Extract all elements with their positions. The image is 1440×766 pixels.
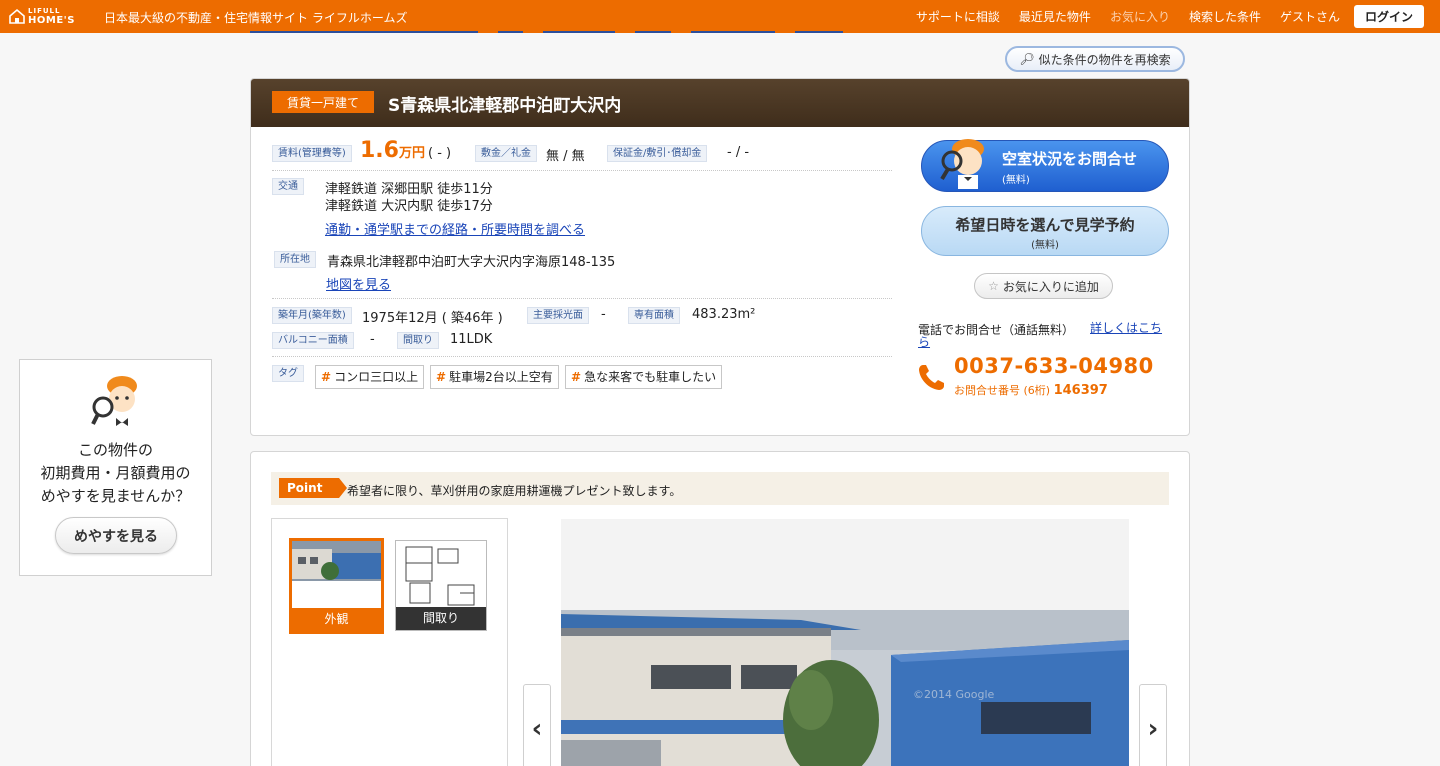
divider [272,298,892,299]
property-type-badge: 賃貸一戸建て [272,91,374,113]
phone-detail-link[interactable]: 詳しくはこちら [918,321,1168,349]
built-value: 1975年12月 ( 築46年 ) [362,311,503,326]
rent-value: 1.6万円 [360,138,425,163]
phone-icon [919,365,944,390]
add-favorite-label: お気に入りに追加 [1002,279,1099,294]
point-text: 希望者に限り、草刈併用の家庭用耕運機プレゼント致します。 [347,484,682,498]
cost-text-line: めやすを見ませんか？ [40,487,191,505]
mascot-icon [940,139,984,189]
tag-text: 急な来客でも駐車したい [584,370,717,384]
hash-icon: # [436,370,447,384]
phone-number[interactable]: 0037-633-04980 [954,354,1154,378]
divider [272,170,892,171]
nav-saved-searches[interactable]: 検索した条件 [1189,8,1261,25]
nav-recent[interactable]: 最近見た物件 [1019,8,1091,25]
inquiry-title: 空室状況をお問合せ [1002,150,1138,168]
tag-text: コンロ三口以上 [334,370,419,384]
mascot-icon [91,376,137,426]
tab-stub [250,31,478,33]
tag-item[interactable]: # コンロ三口以上 [315,365,425,389]
access-line-2: 津軽鉄道 大沢内駅 徒歩17分 [325,199,493,214]
tab-stub [795,31,843,33]
hash-icon: # [571,370,582,384]
property-header: 賃貸一戸建て S青森県北津軽郡中泊町大沢内 [251,79,1189,127]
map-link[interactable]: 地図を見る [326,274,391,293]
next-photo-button[interactable]: › [1139,684,1167,766]
visit-reservation-button[interactable]: 希望日時を選んで見学予約 (無料) [921,206,1169,256]
rent-amount: 1.6 [360,138,399,163]
tag-item[interactable]: # 駐車場2台以上空有 [430,365,559,389]
top-header: LIFULL HOME'S 日本最大級の不動産・住宅情報サイト ライフルホームズ… [0,0,1440,33]
tab-stub [498,31,523,33]
tag-item[interactable]: # 急な来客でも駐車したい [565,365,723,389]
floorplan-thumbnail-image [396,541,486,608]
layout-label: 間取り [397,332,439,349]
tab-stub [543,31,615,33]
nav-support[interactable]: サポートに相談 [916,8,1000,25]
rent-unit: 万円 [398,146,425,161]
similar-search-label: 似た条件の物件を再検索 [1038,52,1171,67]
nav-favorites[interactable]: お気に入り [1110,8,1170,25]
star-plus-icon: ☆ [988,279,999,293]
tags-label: タグ [272,365,304,382]
guarantee-value: - / - [727,145,750,160]
tab-stub [635,31,671,33]
point-tag: Point [279,478,347,498]
cost-estimate-widget: この物件の 初期費用・月額費用の めやすを見ませんか？ めやすを見る [19,359,212,576]
house-icon [9,8,25,24]
deposit-value: 無 / 無 [546,149,585,164]
area-label: 専有面積 [628,307,680,324]
exterior-thumbnail-image [292,541,381,608]
main-photo: ©2014 Google [561,610,1129,766]
address-label: 所在地 [274,251,316,268]
inquiry-button[interactable]: 空室状況をお問合せ (無料) [921,139,1169,192]
logo-main-text: HOME'S [28,15,75,26]
deposit-label: 敷金／礼金 [475,145,537,162]
access-label: 交通 [272,178,304,195]
tag-text: 駐車場2台以上空有 [449,370,553,384]
inquiry-subtitle: (無料) [1002,175,1030,186]
rent-label: 賃料(管理費等) [272,145,352,162]
similar-search-button[interactable]: 🔎︎ 似た条件の物件を再検索 [1005,46,1185,72]
cost-text-line: この物件の [77,441,153,459]
route-search-link[interactable]: 通勤・通学駅までの経路・所要時間を調べる [325,219,585,238]
thumb-floorplan[interactable]: 間取り [395,540,487,631]
thumb-caption: 間取り [396,607,486,630]
photo-watermark: ©2014 Google [913,688,995,701]
balcony-value: - [370,332,375,347]
logo-top-text: LIFULL [28,7,61,15]
thumb-exterior[interactable]: 外観 [289,538,384,634]
view-estimate-button[interactable]: めやすを見る [55,517,177,554]
cost-estimate-text: この物件の 初期費用・月額費用の めやすを見ませんか？ [20,439,211,508]
inquiry-number: お問合せ番号 (6桁) 146397 [954,382,1108,398]
site-description: 日本最大級の不動産・住宅情報サイト ライフルホームズ [104,11,408,25]
top-nav: サポートに相談 最近見た物件 お気に入り 検索した条件 ゲストさん ログイン [897,4,1424,28]
balcony-label: バルコニー面積 [272,332,354,349]
management-fee: ( - ) [428,146,452,161]
hash-icon: # [321,370,332,384]
lighting-label: 主要採光面 [527,307,589,324]
inquiry-number-value: 146397 [1053,383,1108,398]
built-label: 築年月(築年数) [272,307,352,324]
add-favorite-button[interactable]: ☆ お気に入りに追加 [974,273,1113,299]
lifull-homes-logo[interactable]: LIFULL HOME'S [8,7,82,27]
lighting-value: - [601,307,606,322]
address-value: 青森県北津軽郡中泊町大字大沢内字海原148-135 [327,255,616,270]
exterior-photo: ©2014 Google [561,610,1129,766]
layout-value: 11LDK [450,332,493,347]
divider [272,356,892,357]
cost-text-line: 初期費用・月額費用の [40,464,191,482]
inquiry-number-label: お問合せ番号 (6桁) [954,384,1051,397]
login-button[interactable]: ログイン [1353,4,1424,28]
search-icon: 🔎︎ [1019,52,1035,66]
nav-guest[interactable]: ゲストさん [1280,8,1340,25]
property-title: S青森県北津軽郡中泊町大沢内 [388,96,622,116]
visit-subtitle: (無料) [1031,240,1059,251]
prev-photo-button[interactable]: ‹ [523,684,551,766]
guarantee-label: 保証金/敷引･償却金 [607,145,708,162]
thumb-caption: 外観 [292,608,381,631]
visit-title: 希望日時を選んで見学予約 [955,216,1135,234]
area-value: 483.23m² [692,307,756,322]
tab-stub [691,31,775,33]
